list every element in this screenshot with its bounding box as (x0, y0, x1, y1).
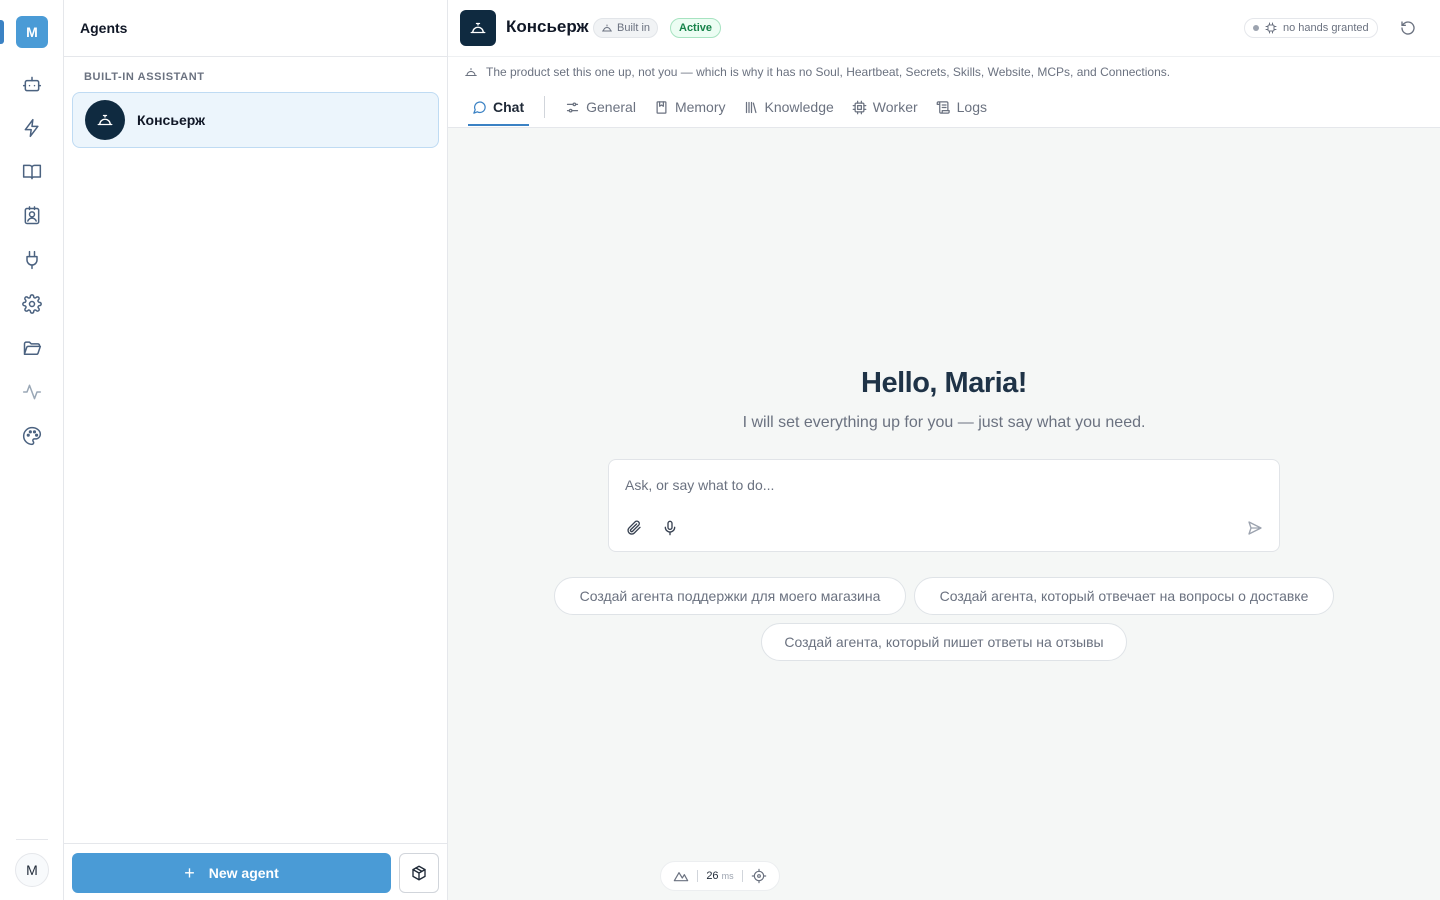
hands-status-label: no hands granted (1283, 22, 1369, 34)
plug-icon[interactable] (20, 248, 44, 272)
tab-logs[interactable]: Logs (932, 92, 991, 122)
tab-label: Logs (956, 99, 987, 115)
workspace-logo[interactable]: M (16, 16, 48, 48)
chat-composer (608, 459, 1280, 552)
tab-label: Memory (674, 99, 726, 115)
tab-label: Chat (493, 99, 525, 115)
rail-divider (16, 839, 48, 840)
built-in-badge: Built in (593, 18, 659, 38)
tab-label: Knowledge (764, 99, 834, 115)
microphone-icon[interactable] (660, 518, 680, 538)
tab-chat[interactable]: Chat (468, 92, 528, 122)
new-agent-label: New agent (208, 865, 279, 881)
section-label: BUILT-IN ASSISTANT (84, 71, 205, 83)
status-dot (1253, 25, 1259, 31)
activity-icon[interactable] (20, 380, 44, 404)
active-tab-indicator (468, 124, 529, 126)
dev-toolbar-divider (741, 870, 743, 882)
zap-icon[interactable] (20, 116, 44, 140)
tab-label: General (586, 99, 636, 115)
chat-input[interactable] (625, 477, 1225, 493)
concierge-bell-icon (460, 10, 496, 46)
mountain-logo-icon[interactable] (673, 868, 689, 884)
dev-toolbar-divider (697, 870, 699, 882)
tab-general[interactable]: General (561, 92, 640, 122)
tab-knowledge[interactable]: Knowledge (740, 92, 838, 122)
rail-active-indicator (0, 20, 4, 44)
new-agent-button[interactable]: + New agent (72, 853, 391, 893)
crosshair-icon[interactable] (751, 868, 767, 884)
bot-icon[interactable] (20, 72, 44, 96)
scroll-icon (936, 100, 950, 114)
chat-bubble-icon (473, 100, 486, 114)
folder-icon[interactable] (20, 336, 44, 360)
latency-value: 26 (706, 870, 719, 882)
contact-icon[interactable] (20, 204, 44, 228)
refresh-icon[interactable] (1398, 18, 1418, 38)
concierge-bell-icon (85, 100, 125, 140)
agents-footer: + New agent (64, 843, 447, 900)
suggestion-chip[interactable]: Создай агента поддержки для моего магази… (554, 577, 906, 615)
agent-list-item[interactable]: Консьерж (72, 92, 439, 148)
cpu-icon (1265, 22, 1277, 34)
plus-icon: + (184, 862, 195, 883)
gear-icon[interactable] (20, 292, 44, 316)
hands-status-pill[interactable]: no hands granted (1244, 18, 1378, 38)
agents-panel: Agents BUILT-IN ASSISTANT Консьерж + New… (64, 0, 448, 900)
latency-unit: ms (721, 871, 734, 881)
cpu-icon (852, 100, 867, 114)
concierge-bell-icon (602, 24, 612, 32)
header-divider (448, 56, 1440, 57)
suggestion-chip[interactable]: Создай агента, который отвечает на вопро… (914, 577, 1334, 615)
greeting-subtitle: I will set everything up for you — just … (742, 414, 1146, 431)
book-icon[interactable] (20, 160, 44, 184)
sliders-icon (567, 102, 579, 112)
status-badge: Active (670, 18, 722, 38)
built-in-label: Built in (617, 22, 651, 34)
notice-text: The product set this one up, not you — w… (486, 65, 1171, 79)
tab-divider (544, 96, 546, 118)
icon-rail: M M (0, 0, 64, 900)
agent-title: Консьерж (506, 17, 589, 36)
tab-worker[interactable]: Worker (848, 92, 922, 122)
tab-bar: Chat General Memory Knowledge Worker Log… (468, 92, 1001, 128)
latency-readout: 26 ms (706, 870, 733, 882)
concierge-bell-icon (465, 67, 477, 77)
user-avatar[interactable]: M (15, 853, 49, 887)
builtin-notice: The product set this one up, not you — w… (464, 65, 1170, 79)
palette-icon[interactable] (20, 424, 44, 448)
dev-toolbar: 26 ms (660, 861, 780, 891)
tab-label: Worker (872, 99, 918, 115)
agent-header: Консьерж Built in Active no hands grante… (448, 0, 1440, 128)
tab-memory[interactable]: Memory (650, 92, 730, 122)
send-icon[interactable] (1245, 518, 1265, 538)
agent-name: Консьерж (137, 112, 206, 128)
agents-panel-title: Agents (64, 0, 447, 57)
paperclip-icon[interactable] (624, 518, 644, 538)
main-area: Консьерж Built in Active no hands grante… (448, 0, 1440, 900)
greeting-heading: Hello, Maria! (861, 367, 1027, 399)
package-icon[interactable] (399, 853, 439, 893)
suggestion-chip[interactable]: Создай агента, который пишет ответы на о… (761, 623, 1127, 661)
bookmark-icon (656, 100, 667, 114)
library-icon (745, 101, 756, 113)
